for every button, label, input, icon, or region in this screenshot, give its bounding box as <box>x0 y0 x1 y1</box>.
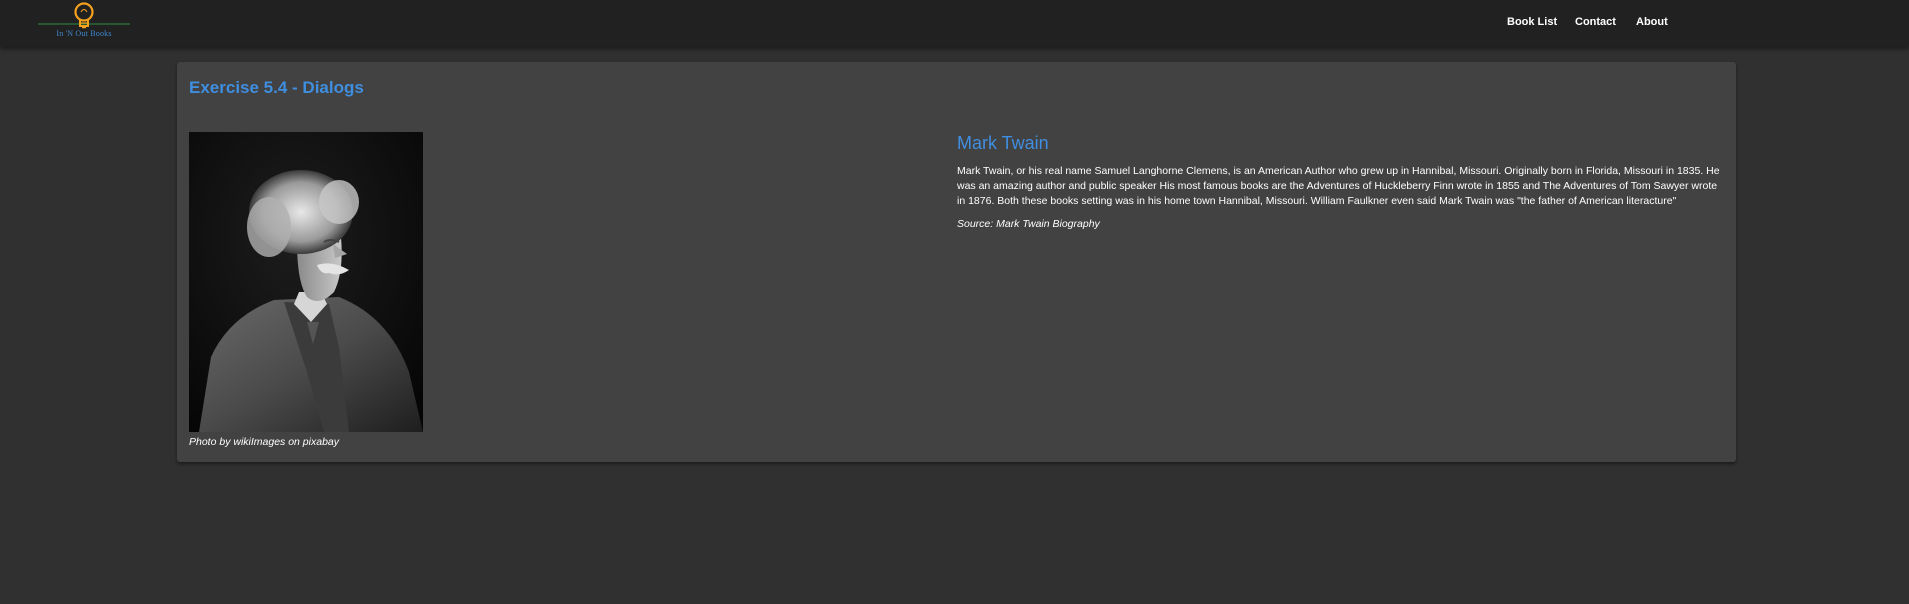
portrait-image <box>189 132 423 432</box>
nav-contact[interactable]: Contact <box>1575 16 1616 28</box>
lightbulb-icon <box>38 2 130 29</box>
top-toolbar: In 'N Out Books Book List Contact About <box>0 0 1909 47</box>
nav-book-list[interactable]: Book List <box>1507 16 1557 28</box>
author-photo <box>189 132 423 432</box>
photo-caption: Photo by wikiImages on pixabay <box>189 436 339 448</box>
bio-source: Source: Mark Twain Biography <box>957 218 1100 230</box>
bio-text: Mark Twain, or his real name Samuel Lang… <box>957 165 1720 207</box>
author-bio: Mark Twain Mark Twain, or his real name … <box>957 132 1727 230</box>
site-logo[interactable]: In 'N Out Books <box>38 0 130 42</box>
logo-text: In 'N Out Books <box>56 29 112 38</box>
nav-about[interactable]: About <box>1636 16 1668 28</box>
page-title: Exercise 5.4 - Dialogs <box>189 78 364 97</box>
author-name: Mark Twain <box>957 133 1049 153</box>
content-card: Exercise 5.4 - Dialogs Photo by wikiImag… <box>177 62 1736 462</box>
